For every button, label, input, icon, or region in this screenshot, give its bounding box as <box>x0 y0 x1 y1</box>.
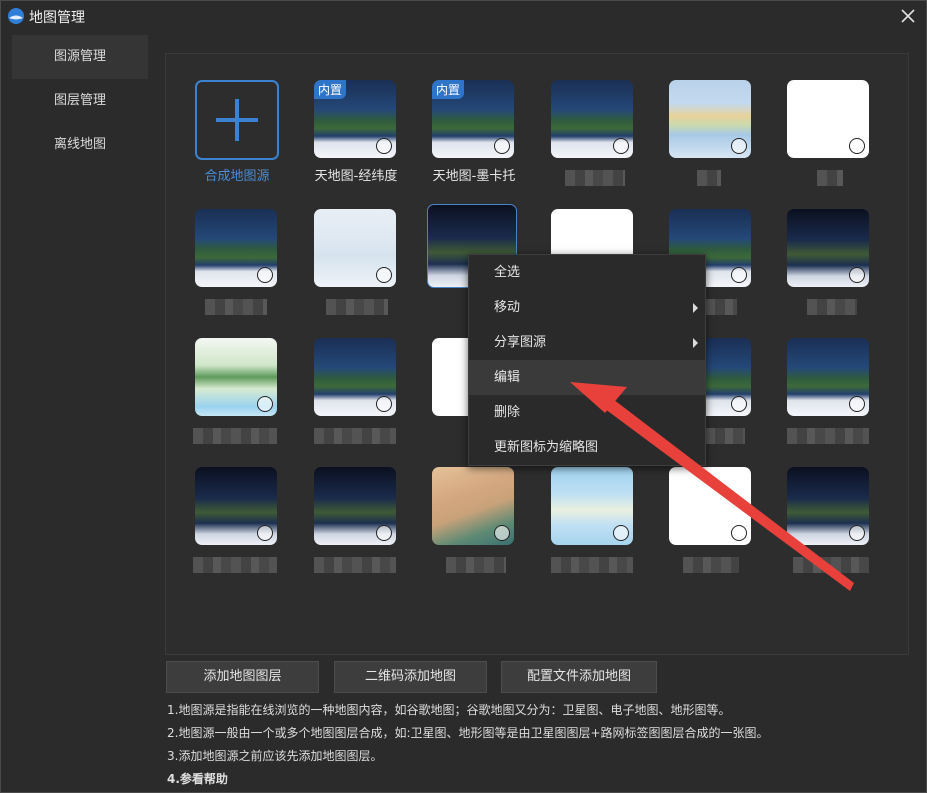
context-menu: 全选 移动 分享图源 编辑 删除 更新图标为缩略图 <box>468 254 706 466</box>
map-thumbnail <box>314 209 396 287</box>
close-icon[interactable] <box>896 4 920 28</box>
select-radio[interactable] <box>731 267 747 283</box>
add-source-label: 合成地图源 <box>204 169 270 184</box>
select-radio[interactable] <box>257 267 273 283</box>
map-manager-window: 地图管理 图源管理 图层管理 离线地图 合成地图源 内置 天地图-经纬度 内置 … <box>0 0 927 793</box>
blurred-label <box>314 428 396 444</box>
sidebar-item-layer-management[interactable]: 图层管理 <box>12 79 148 123</box>
blurred-label <box>193 428 277 444</box>
select-radio[interactable] <box>494 138 510 154</box>
builtin-badge: 内置 <box>432 80 465 99</box>
sidebar-item-offline-maps[interactable]: 离线地图 <box>12 123 148 167</box>
map-thumbnail <box>787 467 869 545</box>
blurred-label <box>683 557 739 573</box>
blurred-label <box>565 170 625 186</box>
map-thumbnail: 内置 <box>432 80 514 158</box>
blurred-label <box>793 557 869 573</box>
blurred-label <box>787 428 869 444</box>
blurred-label <box>446 557 506 573</box>
app-logo-icon <box>8 8 24 24</box>
map-thumbnail <box>551 467 633 545</box>
blurred-label <box>205 299 267 315</box>
map-thumbnail <box>195 209 277 287</box>
select-radio[interactable] <box>376 138 392 154</box>
sidebar: 图源管理 图层管理 离线地图 <box>12 35 148 167</box>
select-radio[interactable] <box>376 267 392 283</box>
menu-item-update-icon[interactable]: 更新图标为缩略图 <box>469 430 705 465</box>
map-thumbnail <box>787 338 869 416</box>
select-radio[interactable] <box>849 267 865 283</box>
map-thumbnail <box>432 467 514 545</box>
add-map-layer-button[interactable]: 添加地图图层 <box>166 661 319 693</box>
map-thumbnail <box>669 467 751 545</box>
map-thumbnail <box>314 338 396 416</box>
map-thumbnail: 内置 <box>314 80 396 158</box>
menu-item-move-label: 移动 <box>494 300 521 315</box>
map-thumbnail <box>551 80 633 158</box>
map-thumbnail <box>195 338 277 416</box>
blurred-label <box>705 428 745 444</box>
map-source-label: 天地图-墨卡托 <box>432 169 516 184</box>
config-file-add-map-button[interactable]: 配置文件添加地图 <box>501 661 657 693</box>
menu-item-move[interactable]: 移动 <box>469 290 705 325</box>
select-radio[interactable] <box>494 525 510 541</box>
add-source-button[interactable] <box>195 80 279 160</box>
select-radio[interactable] <box>849 138 865 154</box>
select-radio[interactable] <box>849 525 865 541</box>
select-radio[interactable] <box>731 396 747 412</box>
sidebar-item-source-management[interactable]: 图源管理 <box>12 35 148 79</box>
menu-item-edit[interactable]: 编辑 <box>469 360 705 395</box>
select-radio[interactable] <box>849 396 865 412</box>
window-title: 地图管理 <box>29 10 85 26</box>
map-thumbnail <box>195 467 277 545</box>
map-thumbnail <box>669 80 751 158</box>
blurred-label <box>697 170 721 186</box>
submenu-arrow-icon <box>693 338 698 348</box>
builtin-badge: 内置 <box>314 80 347 99</box>
blurred-label <box>817 170 843 186</box>
select-radio[interactable] <box>257 396 273 412</box>
note-line-2: 2.地图源一般由一个或多个地图图层合成，如:卫星图、地形图等是由卫星图图层+路网… <box>167 726 769 740</box>
map-thumbnail <box>314 467 396 545</box>
map-thumbnail <box>787 80 869 158</box>
select-radio[interactable] <box>731 525 747 541</box>
note-line-1: 1.地图源是指能在线浏览的一种地图内容，如谷歌地图；谷歌地图又分为：卫星图、电子… <box>167 703 731 717</box>
map-thumbnail <box>787 209 869 287</box>
select-radio[interactable] <box>257 525 273 541</box>
help-link[interactable]: 4.参看帮助 <box>167 768 769 791</box>
menu-item-delete[interactable]: 删除 <box>469 395 705 430</box>
blurred-label <box>705 299 737 315</box>
select-radio[interactable] <box>731 138 747 154</box>
blurred-label <box>193 557 277 573</box>
select-radio[interactable] <box>613 138 629 154</box>
help-notes: 1.地图源是指能在线浏览的一种地图内容，如谷歌地图；谷歌地图又分为：卫星图、电子… <box>167 699 769 791</box>
blurred-label <box>551 557 633 573</box>
submenu-arrow-icon <box>693 303 698 313</box>
blurred-label <box>314 557 396 573</box>
menu-item-share-label: 分享图源 <box>494 335 547 350</box>
title-bar: 地图管理 <box>1 1 926 31</box>
note-line-3: 3.添加地图源之前应该先添加地图图层。 <box>167 749 383 763</box>
qr-add-map-button[interactable]: 二维码添加地图 <box>334 661 487 693</box>
menu-item-select-all[interactable]: 全选 <box>469 255 705 290</box>
blurred-label <box>807 299 857 315</box>
map-source-label: 天地图-经纬度 <box>314 169 398 184</box>
menu-item-share-source[interactable]: 分享图源 <box>469 325 705 360</box>
select-radio[interactable] <box>376 525 392 541</box>
blurred-label <box>326 299 388 315</box>
select-radio[interactable] <box>613 525 629 541</box>
select-radio[interactable] <box>376 396 392 412</box>
